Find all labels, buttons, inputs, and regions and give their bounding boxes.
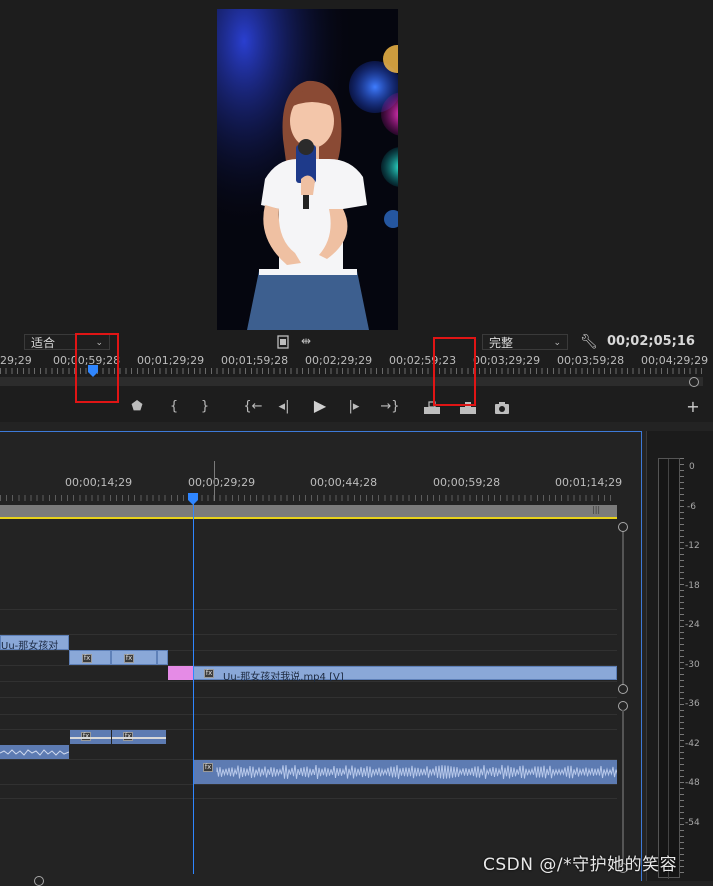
export-frame-button[interactable] [494,400,510,414]
add-marker-button[interactable]: ⬟ [127,398,147,416]
quality-dropdown[interactable]: 完整 ⌄ [482,334,568,350]
button-editor-add[interactable]: + [683,398,703,416]
db-label: -42 [685,739,700,749]
audio-meter-panel: 0 -6 -12 -18 -24 -30 -36 -42 -48 -54 [646,431,713,881]
playhead-line [193,502,194,874]
settings-film-icon[interactable] [276,334,290,349]
ruler-timecode: 00;02;29;29 [305,354,373,367]
level-meter-bar [658,458,680,879]
meter-divider [668,459,669,879]
waveform [0,749,69,756]
timeline-timecode: 00;00;44;28 [310,476,378,489]
audio-clip-segment[interactable]: fx [112,730,166,744]
zoom-handle[interactable] [689,377,699,387]
audio-clip-a1[interactable]: fx [193,760,617,784]
ruler-cursor-line [214,461,215,501]
scroll-handle-top[interactable] [618,522,628,532]
go-to-out-button[interactable]: →} [377,398,403,416]
audio-clip-segment[interactable]: fx [70,730,111,744]
video-clip-segment[interactable]: fx [111,650,157,665]
watermark-text: CSDN @/*守护她的笑容 [483,855,678,875]
meter-ticks [680,458,684,878]
timeline-timecode: 00;00;29;29 [188,476,256,489]
track-divider [0,784,617,785]
play-button[interactable]: ▶ [310,397,330,415]
annotation-box-lift-extract [433,337,476,406]
fit-dropdown-label: 适合 [31,336,56,350]
video-clip-segment[interactable] [157,650,168,665]
db-label: -12 [685,541,700,551]
ruler-timecode: 00;04;29;29 [641,354,709,367]
track-divider [0,714,617,715]
track-divider [0,697,617,698]
db-label: -48 [685,778,700,788]
program-monitor: 适合 ⌄ ⇹ 完整 ⌄ 🔧︎ 00;02;05;16 29;29 00;00;5… [0,0,713,422]
fx-icon: fx [124,654,134,663]
audio-track-scrollbar[interactable] [622,710,624,870]
ruler-timecode: 29;29 [0,354,32,367]
video-clip-segment[interactable]: fx [69,650,111,665]
video-preview [217,9,398,330]
track-divider [0,798,617,799]
fx-icon: fx [204,669,214,678]
render-status-line [0,517,617,519]
transition-clip[interactable] [168,666,193,680]
db-label: 0 [689,462,695,472]
horizontal-scroll-handle[interactable] [34,876,44,886]
quality-dropdown-label: 完整 [489,336,514,350]
chevron-down-icon: ⌄ [553,338,561,348]
db-label: -54 [685,818,700,828]
annotation-box-playhead [75,333,119,403]
audio-level-line [70,737,111,739]
audio-level-line [112,737,166,739]
timeline-playhead[interactable] [188,490,198,505]
video-frame-image [217,9,398,330]
work-area-bar[interactable] [0,505,617,517]
go-to-in-button[interactable]: {← [240,398,266,416]
timeline-timecode: 00;00;59;28 [433,476,501,489]
mark-out-button[interactable]: } [195,398,215,416]
db-label: -6 [687,502,696,512]
waveform [216,764,617,780]
step-forward-button[interactable]: |▸ [344,398,364,416]
video-track-scrollbar[interactable] [622,527,624,689]
ruler-timecode: 00;03;59;28 [557,354,625,367]
db-label: -30 [685,660,700,670]
compare-view-icon[interactable]: ⇹ [301,334,311,348]
scroll-handle[interactable] [618,684,628,694]
video-clip-v1[interactable]: fx Uu-那女孩对我说.mp4 [V] [193,666,617,683]
timeline-ruler-ticks [0,495,614,501]
mark-in-button[interactable]: { [164,398,184,416]
timeline-timecode: 00;01;14;29 [555,476,623,489]
step-back-button[interactable]: ◂| [274,398,294,416]
db-label: -18 [685,581,700,591]
timeline-timecode: 00;00;14;29 [65,476,133,489]
db-label: -24 [685,620,700,630]
fx-icon: fx [82,654,92,663]
wrench-icon[interactable]: 🔧︎ [580,334,598,350]
db-label: -36 [685,699,700,709]
current-timecode[interactable]: 00;02;05;16 [607,334,695,349]
work-area-grip-icon[interactable]: ||| [592,505,600,514]
track-divider [0,634,617,635]
ruler-timecode: 00;03;29;29 [473,354,541,367]
video-clip-v2[interactable]: Uu-那女孩对 [0,635,69,652]
timeline-panel: 00;00;14;29 00;00;29;29 00;00;44;28 00;0… [0,431,642,886]
camera-icon [495,402,509,414]
clip-label: Uu-那女孩对 [1,641,59,652]
track-divider [0,609,617,610]
clip-label: Uu-那女孩对我说.mp4 [V] [223,672,344,683]
ruler-timecode: 00;01;29;29 [137,354,205,367]
ruler-timecode: 00;01;59;28 [221,354,289,367]
audio-clip-a2[interactable] [0,745,69,759]
